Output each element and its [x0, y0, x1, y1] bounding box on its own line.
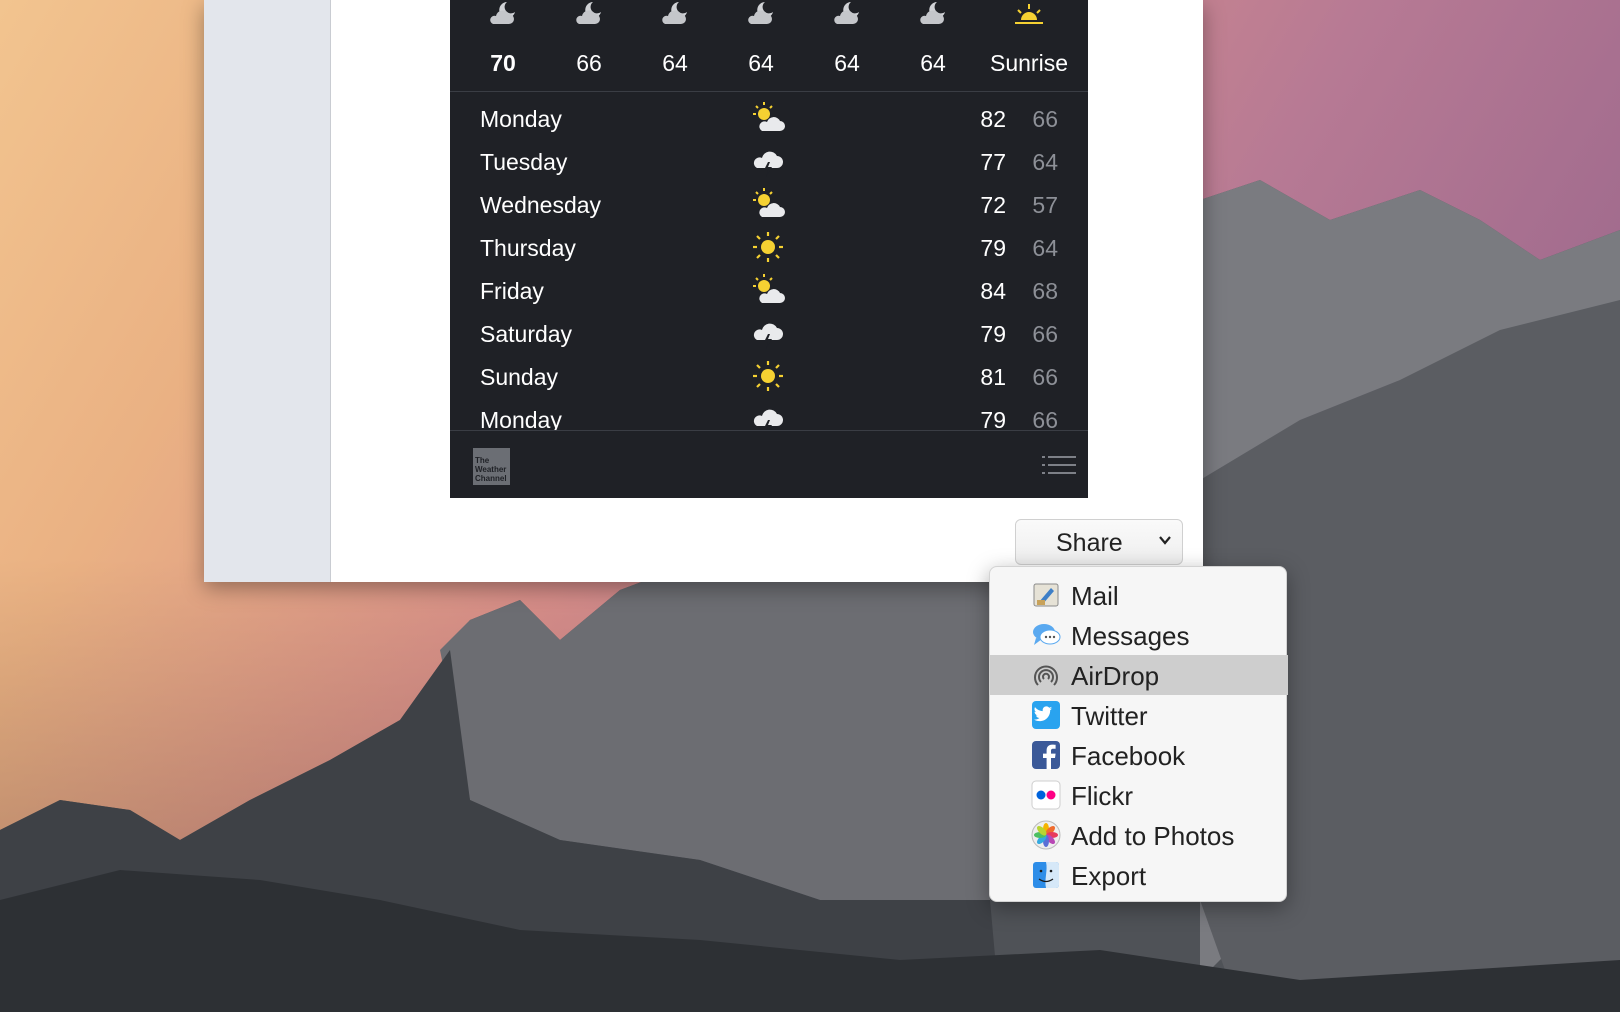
sun-icon — [753, 232, 783, 262]
day-name: Saturday — [480, 321, 573, 347]
day-name: Wednesday — [480, 192, 602, 218]
twitter-icon — [1032, 701, 1060, 729]
weather-channel-logo[interactable]: The Weather Channel — [473, 448, 510, 485]
menu-item-mail[interactable]: Mail — [990, 575, 1288, 615]
hour-temp: 64 — [748, 50, 774, 76]
widget-footer: The Weather Channel — [450, 430, 1088, 498]
menu-item-airdrop[interactable]: AirDrop — [990, 655, 1288, 695]
moon-cloud-icon — [920, 2, 945, 24]
day-name: Sunday — [480, 364, 559, 390]
share-menu: Mail Messages AirDrop Twitter Facebook F… — [989, 566, 1288, 902]
low-temp: 66 — [1032, 364, 1058, 390]
day-name: Thursday — [480, 235, 576, 261]
low-temp: 66 — [1032, 407, 1058, 430]
mail-icon — [1033, 583, 1059, 607]
day-name: Monday — [480, 407, 562, 430]
low-temp: 57 — [1032, 192, 1058, 218]
day-name: Friday — [480, 278, 544, 304]
day-name: Tuesday — [480, 149, 568, 175]
app-window: 70 66 64 64 64 64 Sunrise Monday 82 66 T… — [204, 0, 1203, 582]
partly-cloudy-icon — [753, 274, 785, 303]
hour-column: 70 — [460, 0, 546, 92]
messages-icon — [1033, 624, 1061, 645]
moon-cloud-icon — [662, 2, 687, 24]
low-temp: 68 — [1032, 278, 1058, 304]
low-temp: 64 — [1032, 235, 1058, 261]
finder-icon — [1033, 862, 1059, 888]
menu-item-label: Mail — [1071, 581, 1119, 611]
hour-column: 64 — [804, 0, 890, 92]
day-name: Monday — [480, 106, 562, 132]
low-temp: 66 — [1032, 106, 1058, 132]
list-item: Wednesday 72 57 — [450, 183, 1088, 226]
hour-temp: 66 — [576, 50, 602, 76]
high-temp: 79 — [980, 235, 1006, 261]
high-temp: 81 — [980, 364, 1006, 390]
partly-cloudy-icon — [753, 188, 785, 217]
list-item: Sunday 81 66 — [450, 355, 1088, 398]
list-item: Saturday 79 66 — [450, 312, 1088, 355]
list-item: Friday 84 68 — [450, 269, 1088, 312]
list-item: Monday 82 66 — [450, 97, 1088, 140]
hour-temp: 64 — [662, 50, 688, 76]
hour-column: 64 — [718, 0, 804, 92]
moon-cloud-icon — [748, 2, 773, 24]
menu-item-messages[interactable]: Messages — [990, 615, 1288, 655]
menu-item-export[interactable]: Export — [990, 855, 1288, 895]
list-item: Tuesday 77 64 — [450, 140, 1088, 183]
menu-item-label: Twitter — [1071, 701, 1148, 731]
high-temp: 72 — [980, 192, 1006, 218]
sunrise-icon — [1015, 4, 1043, 24]
thunderstorm-icon — [753, 323, 783, 349]
partly-cloudy-icon — [753, 102, 785, 131]
moon-cloud-icon — [490, 2, 515, 24]
hour-column: 64 — [890, 0, 976, 92]
sun-icon — [753, 361, 783, 391]
moon-cloud-icon — [834, 2, 859, 24]
menu-item-twitter[interactable]: Twitter — [990, 695, 1288, 735]
menu-item-label: Export — [1071, 861, 1147, 891]
low-temp: 66 — [1032, 321, 1058, 347]
menu-item-facebook[interactable]: Facebook — [990, 735, 1288, 775]
menu-item-flickr[interactable]: Flickr — [990, 775, 1288, 815]
list-item: Monday 79 66 — [450, 398, 1088, 430]
list-item: Thursday 79 64 — [450, 226, 1088, 269]
hour-column: 66 — [546, 0, 632, 92]
list-icon[interactable] — [1042, 455, 1076, 475]
hour-temp: 70 — [490, 50, 516, 76]
hour-temp: 64 — [834, 50, 860, 76]
airdrop-icon — [1034, 665, 1058, 686]
sidebar — [204, 0, 331, 582]
hour-column: 64 — [632, 0, 718, 92]
high-temp: 77 — [980, 149, 1006, 175]
share-label: Share — [1056, 529, 1123, 557]
menu-item-label: Flickr — [1071, 781, 1134, 811]
menu-item-label: Messages — [1071, 621, 1190, 651]
menu-item-label: AirDrop — [1071, 661, 1160, 691]
thunderstorm-icon — [753, 409, 783, 430]
menu-item-label: Add to Photos — [1071, 821, 1235, 851]
low-temp: 64 — [1032, 149, 1058, 175]
flickr-icon — [1031, 780, 1061, 810]
menu-item-add-to-photos[interactable]: Add to Photos — [990, 815, 1288, 855]
photos-icon — [1031, 820, 1061, 850]
daily-forecast[interactable]: Monday 82 66 Tuesday 77 64 Wednesday 72 … — [450, 92, 1088, 430]
moon-cloud-icon — [576, 2, 601, 24]
share-button[interactable]: Share — [1015, 519, 1183, 565]
high-temp: 79 — [980, 321, 1006, 347]
weather-widget: 70 66 64 64 64 64 Sunrise Monday 82 66 T… — [450, 0, 1088, 498]
facebook-icon — [1032, 741, 1060, 769]
high-temp: 79 — [980, 407, 1006, 430]
menu-item-label: Facebook — [1071, 741, 1186, 771]
sunrise-label: Sunrise — [990, 50, 1068, 76]
hour-temp: 64 — [920, 50, 946, 76]
high-temp: 82 — [980, 106, 1006, 132]
high-temp: 84 — [980, 278, 1006, 304]
hour-column: Sunrise — [976, 0, 1082, 92]
chevron-down-icon — [1159, 536, 1171, 545]
hourly-forecast: 70 66 64 64 64 64 Sunrise — [450, 0, 1088, 92]
thunderstorm-icon — [753, 151, 783, 177]
